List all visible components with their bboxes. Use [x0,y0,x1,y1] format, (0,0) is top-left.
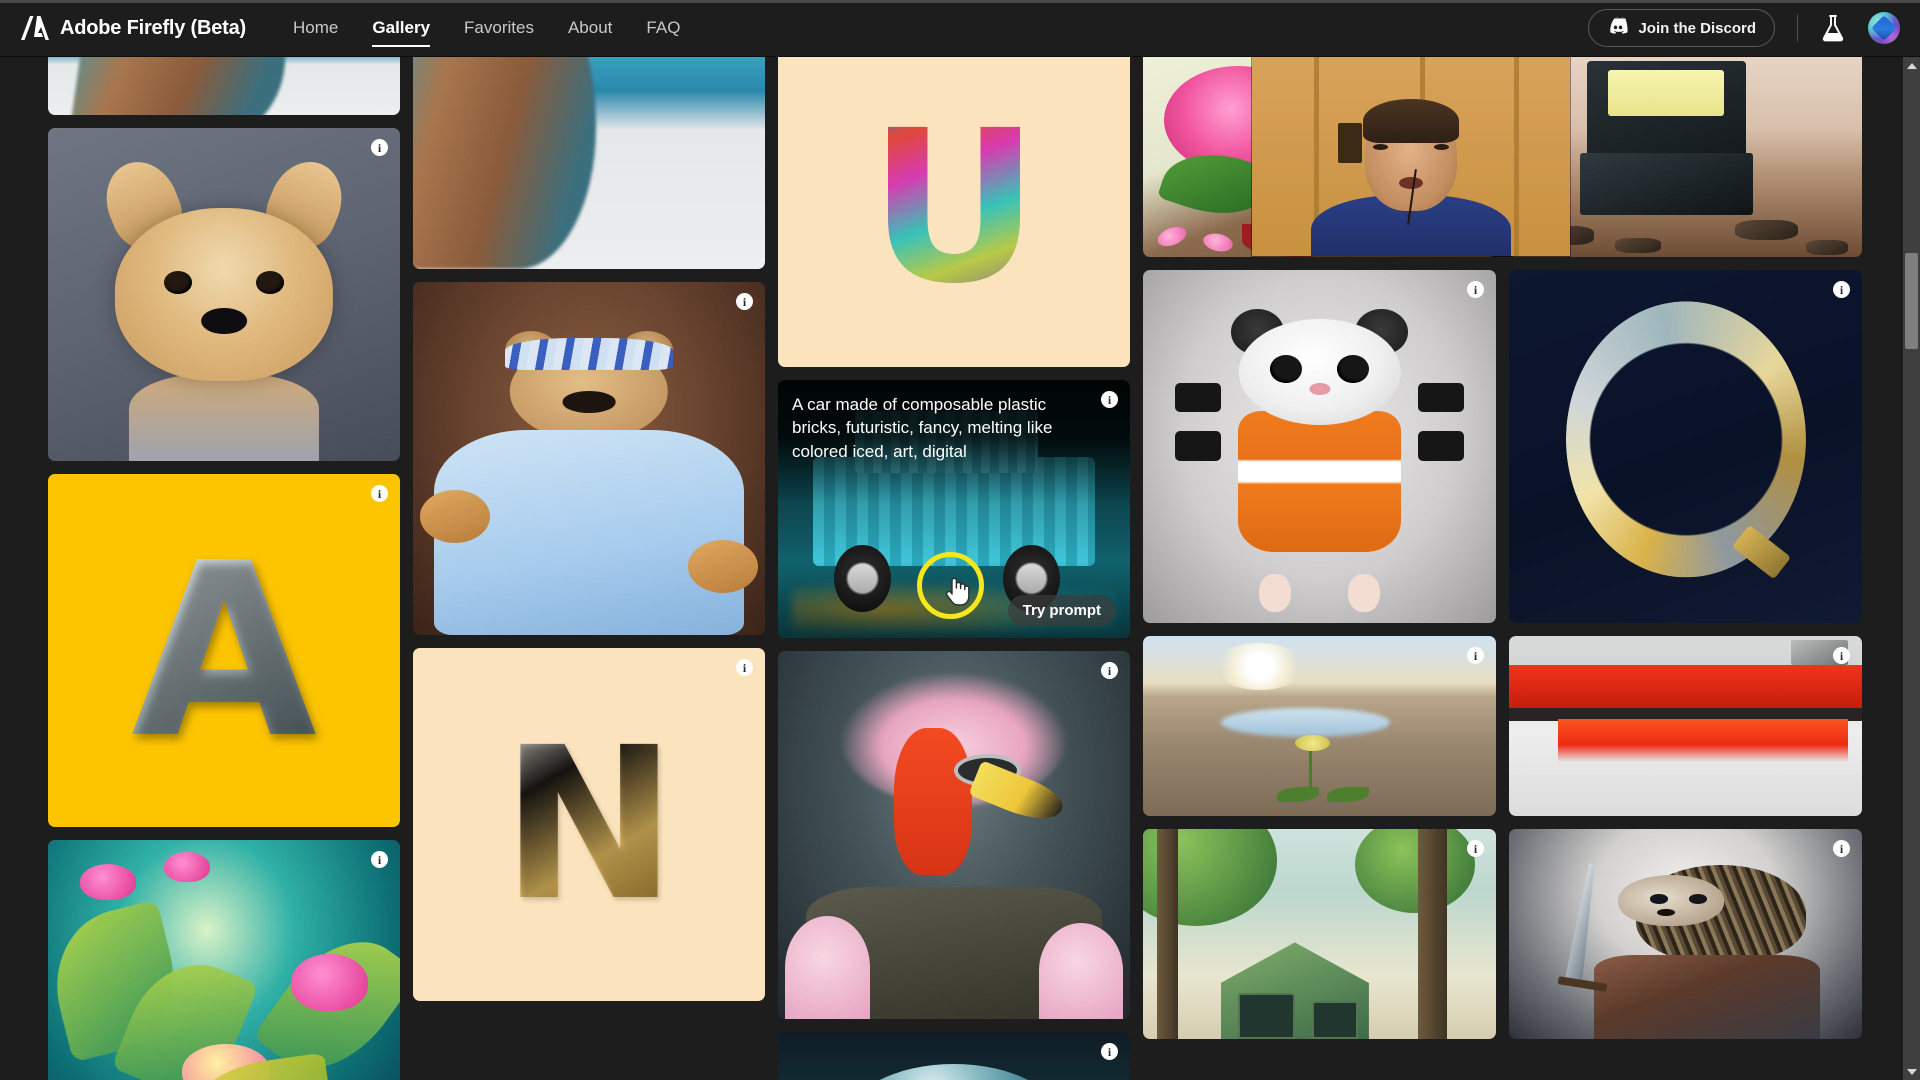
gallery-tile-punk-flamingo[interactable]: i [778,651,1130,1019]
brand-title: Adobe Firefly (Beta) [60,16,247,39]
artwork-image [1143,270,1496,623]
header-divider [1797,14,1798,42]
artwork-image: N [413,648,765,1001]
gallery-tile-letter-a[interactable]: A i [48,474,400,827]
info-icon[interactable]: i [371,485,388,502]
artwork-image [778,1032,1130,1080]
info-icon[interactable]: i [371,851,388,868]
user-avatar[interactable] [1868,12,1900,44]
page-scrollbar[interactable] [1903,57,1920,1080]
gallery-tile-letter-u[interactable]: U [778,57,1130,367]
artwork-image [413,282,765,635]
info-icon[interactable]: i [1101,1043,1118,1060]
artwork-image [778,651,1130,1019]
artwork-image [1509,270,1862,623]
discord-logo-icon [1607,17,1629,39]
info-icon[interactable]: i [736,659,753,676]
nav-item-faq[interactable]: FAQ [629,0,697,57]
main-nav: Home Gallery Favorites About FAQ [276,0,697,57]
info-icon[interactable]: i [1101,391,1118,408]
info-icon[interactable]: i [1833,281,1850,298]
app-header: Adobe Firefly (Beta) Home Gallery Favori… [0,0,1920,57]
gallery-tile-teddy-bear[interactable]: i [413,282,765,635]
gallery-tile-red-abstract[interactable]: i [1509,636,1862,816]
presenter-webcam-overlay [1252,49,1570,256]
header-actions: Join the Discord [1588,9,1900,47]
gallery-tile-partial-top[interactable] [48,57,400,115]
artwork-image [48,128,400,461]
adobe-a-logo-icon [20,15,50,41]
artwork-image [413,57,765,269]
nav-item-home[interactable]: Home [276,0,355,57]
gallery-tile-gym-hamster[interactable]: i [1143,270,1496,623]
gallery-tile-yorkie-dog[interactable]: i [48,128,400,461]
prompt-text: A car made of composable plastic bricks,… [792,395,1053,461]
nav-item-favorites[interactable]: Favorites [447,0,551,57]
scroll-thumb[interactable] [1905,253,1918,349]
gallery-tile-mossy-house[interactable]: i [1143,829,1496,1039]
info-icon[interactable]: i [1467,647,1484,664]
artwork-image [48,57,400,115]
brand[interactable]: Adobe Firefly (Beta) [20,15,246,41]
gallery-tile-blue-planet[interactable]: i [778,1032,1130,1080]
try-prompt-button[interactable]: Try prompt [1007,595,1116,626]
info-icon[interactable]: i [1467,840,1484,857]
gallery-column-2: i N i [413,57,765,1080]
artwork-image [1143,829,1496,1039]
artwork-image: A [48,474,400,827]
gallery-column-1: i A i i [48,57,400,1080]
nav-item-about[interactable]: About [551,0,629,57]
nav-item-gallery[interactable]: Gallery [355,0,447,57]
gallery-tile-letter-q[interactable]: i [1509,270,1862,623]
artwork-image [48,840,400,1080]
info-icon[interactable]: i [1467,281,1484,298]
gallery-tile-beach-ocean[interactable] [413,57,765,269]
join-discord-label: Join the Discord [1638,19,1756,37]
browser-chrome-edge [0,0,1920,3]
pointing-hand-cursor [944,574,970,606]
gallery-tile-letter-n[interactable]: N i [413,648,765,1001]
info-icon[interactable]: i [1833,840,1850,857]
artwork-image [1509,636,1862,816]
join-discord-button[interactable]: Join the Discord [1588,9,1775,47]
artwork-image [1509,829,1862,1039]
gallery-tile-hedgehog-knight[interactable]: i [1509,829,1862,1039]
scroll-down-arrow-icon[interactable] [1903,1063,1920,1080]
artwork-image [1143,636,1496,816]
gallery-tile-dandelion[interactable]: i [1143,636,1496,816]
gallery-tile-jungle[interactable]: i [48,840,400,1080]
artwork-image: U [778,57,1130,367]
info-icon[interactable]: i [371,139,388,156]
info-icon[interactable]: i [736,293,753,310]
flask-beaker-icon[interactable] [1820,14,1846,42]
info-icon[interactable]: i [1101,662,1118,679]
scroll-up-arrow-icon[interactable] [1903,57,1920,74]
info-icon[interactable]: i [1833,647,1850,664]
